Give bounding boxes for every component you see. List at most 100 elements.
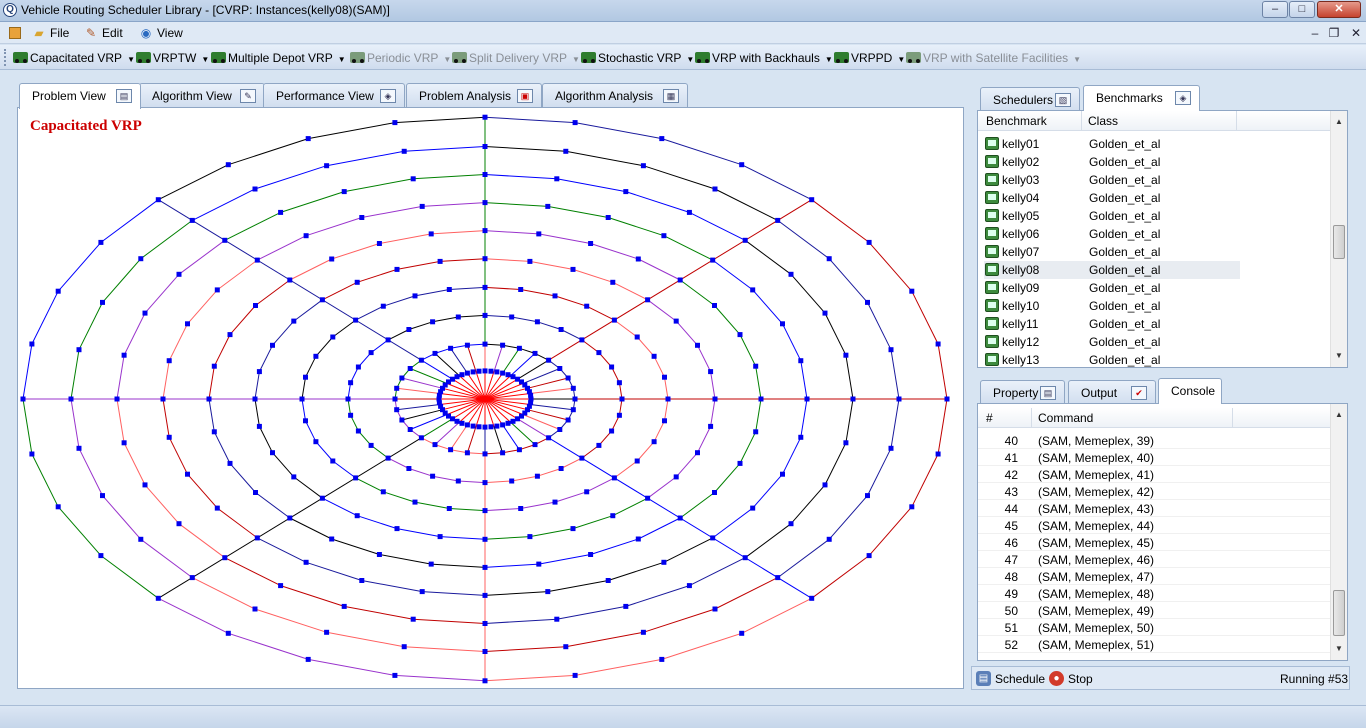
scroll-thumb[interactable] (1333, 225, 1345, 259)
customer-node (419, 203, 425, 209)
customer-node (570, 407, 576, 413)
chevron-down-icon[interactable]: ▼ (897, 55, 905, 64)
tab-performance-view[interactable]: Performance View ◈ (263, 83, 405, 107)
chevron-down-icon[interactable]: ▼ (443, 55, 451, 64)
customer-node (605, 215, 611, 220)
menu-view[interactable]: ◉ View (138, 25, 183, 41)
console-row[interactable]: 48 (SAM, Memeplex, 47) (978, 568, 1347, 585)
route-segment (361, 580, 423, 593)
benchmark-row[interactable]: kelly08 Golden_et_al (978, 261, 1347, 279)
benchmark-row[interactable]: kelly04 Golden_et_al (978, 189, 1347, 207)
console-row[interactable]: 40 (SAM, Memeplex, 39) (978, 432, 1347, 449)
route-segment (449, 508, 486, 512)
schedule-button[interactable]: ▤ Schedule (976, 671, 1045, 687)
console-row-number: 40 (1004, 434, 1018, 448)
stop-button[interactable]: ● Stop (1049, 671, 1093, 687)
tool-split-delivery-vrp[interactable]: Split Delivery VRP ▼ (452, 49, 580, 67)
toolbar-grip[interactable] (4, 49, 7, 66)
route-segment (357, 268, 398, 283)
maximize-button[interactable]: □ (1289, 1, 1315, 18)
tab-console[interactable]: Console (1158, 378, 1222, 404)
benchmark-row[interactable]: kelly01 Golden_et_al (978, 135, 1347, 153)
console-row[interactable]: 45 (SAM, Memeplex, 44) (978, 517, 1347, 534)
benchmark-row[interactable]: kelly07 Golden_et_al (978, 243, 1347, 261)
tab-algorithm-view[interactable]: Algorithm View ✎ (139, 83, 265, 107)
problem-view-canvas[interactable]: Capacitated VRP (17, 107, 964, 689)
console-row[interactable]: 44 (SAM, Memeplex, 43) (978, 500, 1347, 517)
customer-node (278, 583, 284, 589)
menu-edit[interactable]: ✎ Edit (83, 25, 123, 41)
console-row[interactable]: 51 (SAM, Memeplex, 50) (978, 619, 1347, 636)
menu-file[interactable]: ▰ File (31, 25, 69, 41)
chevron-down-icon[interactable]: ▼ (825, 55, 833, 64)
route-segment (661, 632, 742, 660)
mdi-close-button[interactable]: ✕ (1349, 26, 1363, 40)
mdi-restore-button[interactable]: ❐ (1327, 26, 1341, 40)
mdi-minimize-button[interactable]: – (1308, 26, 1322, 40)
route-segment (258, 426, 273, 453)
console-row[interactable]: 47 (SAM, Memeplex, 46) (978, 551, 1347, 568)
benchmark-row[interactable]: kelly12 Golden_et_al (978, 333, 1347, 351)
tool-vrp-with-backhauls[interactable]: VRP with Backhauls ▼ (695, 49, 833, 67)
scroll-up-icon[interactable]: ▲ (1331, 114, 1347, 130)
chevron-down-icon[interactable]: ▼ (338, 55, 346, 64)
chevron-down-icon[interactable]: ▼ (201, 55, 209, 64)
benchmark-row[interactable]: kelly13 Golden_et_al (978, 351, 1347, 367)
tab-benchmarks[interactable]: Benchmarks ◈ (1083, 85, 1200, 111)
tab-property[interactable]: Property ▤ (980, 380, 1065, 404)
customer-node (798, 434, 804, 440)
tab-problem-view[interactable]: Problem View ▤ (19, 83, 141, 109)
tab-output[interactable]: Output ✔ (1068, 380, 1156, 404)
console-row[interactable]: 50 (SAM, Memeplex, 49) (978, 602, 1347, 619)
benchmark-row[interactable]: kelly02 Golden_et_al (978, 153, 1347, 171)
tab-problem-analysis[interactable]: Problem Analysis ▣ (406, 83, 542, 107)
scroll-down-icon[interactable]: ▼ (1331, 348, 1347, 364)
tool-vrptw[interactable]: VRPTW ▼ (136, 49, 209, 67)
tool-stochastic-vrp[interactable]: Stochastic VRP ▼ (581, 49, 694, 67)
scroll-up-icon[interactable]: ▲ (1331, 407, 1347, 423)
column-command[interactable]: Command (1032, 408, 1233, 428)
close-button[interactable]: ✕ (1317, 1, 1361, 18)
benchmark-row[interactable]: kelly09 Golden_et_al (978, 279, 1347, 297)
benchmark-row[interactable]: kelly11 Golden_et_al (978, 315, 1347, 333)
route-segment (404, 146, 486, 152)
route-segment (653, 356, 665, 378)
scroll-thumb[interactable] (1333, 590, 1345, 636)
customer-node (482, 284, 488, 290)
console-row[interactable]: 43 (SAM, Memeplex, 42) (978, 483, 1347, 500)
tab-algorithm-analysis[interactable]: Algorithm Analysis ▦ (542, 83, 688, 107)
route-segment (228, 632, 309, 660)
console-row[interactable]: 46 (SAM, Memeplex, 45) (978, 534, 1347, 551)
chevron-down-icon[interactable]: ▼ (127, 55, 135, 64)
customer-node (775, 217, 781, 223)
console-row[interactable]: 52 (SAM, Memeplex, 51) (978, 636, 1347, 653)
console-scrollbar[interactable]: ▲ ▼ (1330, 404, 1347, 660)
chevron-down-icon[interactable]: ▼ (686, 55, 694, 64)
minimize-button[interactable]: – (1262, 1, 1288, 18)
tool-periodic-vrp[interactable]: Periodic VRP ▼ (350, 49, 451, 67)
scroll-down-icon[interactable]: ▼ (1331, 641, 1347, 657)
console-row[interactable]: 42 (SAM, Memeplex, 41) (978, 466, 1347, 483)
chevron-down-icon[interactable]: ▼ (1073, 55, 1081, 64)
benchmark-row[interactable]: kelly05 Golden_et_al (978, 207, 1347, 225)
benchmark-row[interactable]: kelly10 Golden_et_al (978, 297, 1347, 315)
customer-node (500, 342, 506, 348)
column-class[interactable]: Class (1082, 111, 1237, 131)
tool-vrppd[interactable]: VRPPD ▼ (834, 49, 905, 67)
tab-schedulers[interactable]: Schedulers ▧ (980, 87, 1080, 111)
chevron-down-icon[interactable]: ▼ (572, 55, 580, 64)
console-row[interactable]: 41 (SAM, Memeplex, 40) (978, 449, 1347, 466)
route-segment (493, 345, 504, 372)
console-row-number: 50 (1004, 604, 1018, 618)
benchmark-row[interactable]: kelly06 Golden_et_al (978, 225, 1347, 243)
benchmarks-scrollbar[interactable]: ▲ ▼ (1330, 111, 1347, 367)
column-benchmark[interactable]: Benchmark (980, 111, 1082, 131)
tool-vrp-with-satellite-facilities[interactable]: VRP with Satellite Facilities ▼ (906, 49, 1081, 67)
app-menu-icon[interactable] (9, 27, 21, 39)
tool-multiple-depot-vrp[interactable]: Multiple Depot VRP ▼ (211, 49, 346, 67)
route-segment (116, 398, 125, 443)
console-row[interactable]: 49 (SAM, Memeplex, 48) (978, 585, 1347, 602)
column-number[interactable]: # (980, 408, 1032, 428)
benchmark-row[interactable]: kelly03 Golden_et_al (978, 171, 1347, 189)
tool-capacitated-vrp[interactable]: Capacitated VRP ▼ (13, 49, 135, 67)
